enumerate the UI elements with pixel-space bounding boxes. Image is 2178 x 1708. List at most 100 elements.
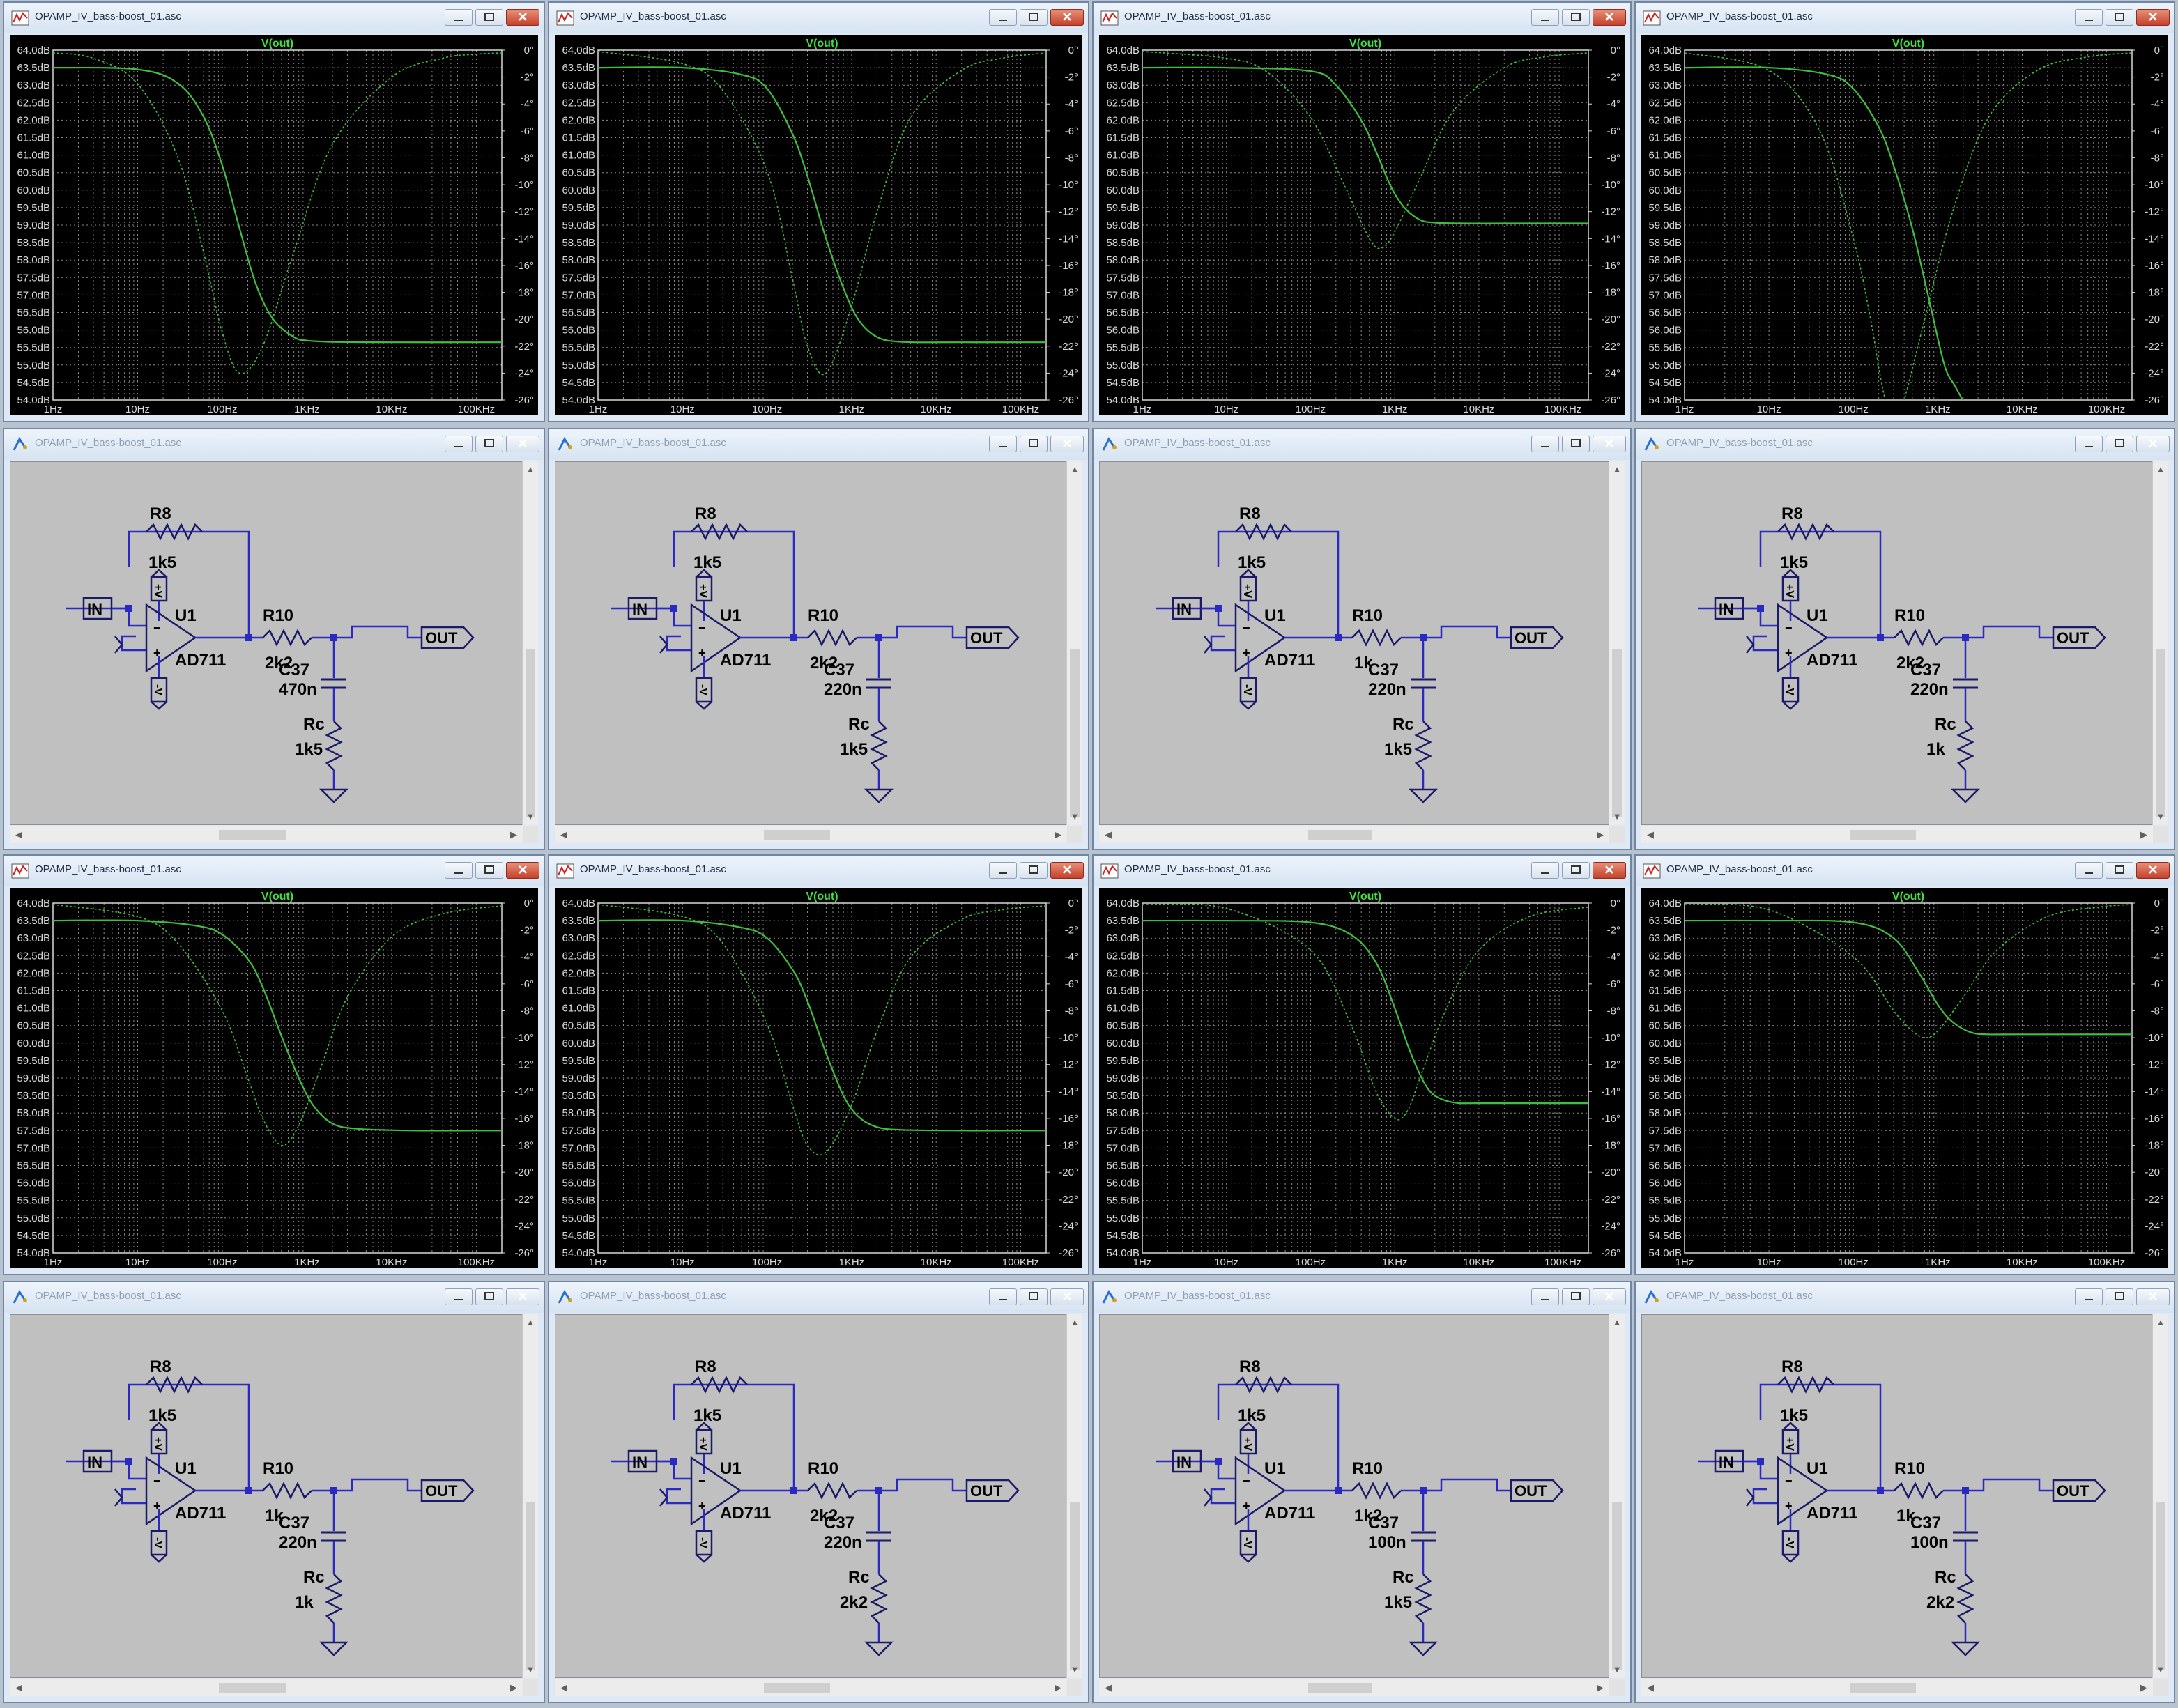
plot-area[interactable]: 64.0dB 63.5dB 63.0dB 62.5dB 62.0dB 61.5dB 61.0… [1641,35,2168,415]
resistor-rc[interactable] [1414,721,1432,771]
scroll-up-icon[interactable]: ▲ [1067,1316,1082,1330]
window-titlebar[interactable]: OPAMP_IV_bass-boost_01.asc [1636,429,2174,460]
maximize-button[interactable] [475,9,503,26]
waveform-window[interactable]: OPAMP_IV_bass-boost_01.asc 64.0dB 63.5dB 63… [1634,1,2175,422]
scroll-left-icon[interactable]: ◀ [1100,1679,1116,1696]
vertical-scrollbar[interactable]: ▲ ▼ [1609,461,1625,825]
maximize-button[interactable] [1562,436,1590,452]
scroll-thumb[interactable] [1612,649,1622,817]
resistor-rc[interactable] [1956,1574,1974,1624]
horizontal-scrollbar[interactable]: ◀ ▶ [1641,1679,2153,1696]
schematic-canvas[interactable]: R8 1k5 +V IN − + U1 AD711 -V R10 2k2 OUT C37 470n Rc 1k… [10,461,523,825]
waveform-window[interactable]: OPAMP_IV_bass-boost_01.asc 64.0dB 63.5dB 63… [1092,1,1632,422]
minimize-button[interactable] [445,9,473,26]
plot-area[interactable]: 64.0dB 63.5dB 63.0dB 62.5dB 62.0dB 61.5dB 61.0… [555,888,1082,1268]
scroll-right-icon[interactable]: ▶ [1050,1679,1066,1696]
plot-area[interactable]: 64.0dB 63.5dB 63.0dB 62.5dB 62.0dB 61.5dB 61.0… [10,888,538,1268]
schematic-canvas[interactable]: R8 1k5 +V IN − + U1 AD711 -V R10 2k2 OUT C37 220n Rc 1k… [555,461,1067,825]
resistor-rc[interactable] [870,1574,888,1624]
schematic-window[interactable]: OPAMP_IV_bass-boost_01.asc R8 1k5 +V IN − + U1 A… [548,1281,1089,1703]
schematic-window[interactable]: OPAMP_IV_bass-boost_01.asc R8 1k5 +V IN − + U1 A… [3,428,545,850]
scroll-thumb[interactable] [1070,649,1080,817]
scroll-thumb[interactable] [526,649,535,817]
window-titlebar[interactable]: OPAMP_IV_bass-boost_01.asc [4,1282,544,1313]
schematic-window[interactable]: OPAMP_IV_bass-boost_01.asc R8 1k5 +V IN − + U1 A… [1092,428,1632,850]
waveform-window[interactable]: OPAMP_IV_bass-boost_01.asc 64.0dB 63.5dB 63… [3,1,545,422]
scroll-thumb[interactable] [1308,830,1372,840]
horizontal-scrollbar[interactable]: ◀ ▶ [1641,826,2153,843]
scroll-left-icon[interactable]: ◀ [11,1679,26,1696]
scroll-up-icon[interactable]: ▲ [1609,463,1625,477]
window-titlebar[interactable]: OPAMP_IV_bass-boost_01.asc [1094,856,1630,886]
window-titlebar[interactable]: OPAMP_IV_bass-boost_01.asc [4,856,544,886]
scroll-right-icon[interactable]: ▶ [1050,826,1066,843]
scroll-right-icon[interactable]: ▶ [2136,1679,2152,1696]
maximize-button[interactable] [2106,9,2133,26]
horizontal-scrollbar[interactable]: ◀ ▶ [10,1679,523,1696]
scroll-down-icon[interactable]: ▼ [1609,810,1625,824]
minimize-button[interactable] [445,1288,473,1305]
close-button[interactable] [506,9,539,26]
scroll-thumb[interactable] [764,830,830,840]
close-button[interactable] [1050,436,1084,452]
resistor-r10[interactable] [1351,629,1402,647]
scroll-right-icon[interactable]: ▶ [2136,826,2152,843]
horizontal-scrollbar[interactable]: ◀ ▶ [1099,826,1609,843]
trace-title[interactable]: V(out) [806,891,838,902]
resistor-r10[interactable] [1351,1482,1402,1500]
scroll-left-icon[interactable]: ◀ [1643,826,1658,843]
scroll-left-icon[interactable]: ◀ [1643,1679,1658,1696]
waveform-window[interactable]: OPAMP_IV_bass-boost_01.asc 64.0dB 63.5dB 63… [1634,854,2175,1275]
window-titlebar[interactable]: OPAMP_IV_bass-boost_01.asc [549,429,1088,460]
scroll-down-icon[interactable]: ▼ [523,1663,538,1677]
plot-area[interactable]: 64.0dB 63.5dB 63.0dB 62.5dB 62.0dB 61.5dB 61.0… [1641,888,2168,1268]
scroll-left-icon[interactable]: ◀ [1100,826,1116,843]
schematic-canvas[interactable]: R8 1k5 +V IN − + U1 AD711 -V R10 1k OUT C37 100n Rc 2k2 [1641,1314,2153,1678]
scroll-up-icon[interactable]: ▲ [2153,463,2168,477]
schematic-window[interactable]: OPAMP_IV_bass-boost_01.asc R8 1k5 +V IN − + U1 A… [1634,428,2175,850]
close-button[interactable] [2136,436,2170,452]
scroll-up-icon[interactable]: ▲ [2153,1316,2168,1330]
scroll-down-icon[interactable]: ▼ [2153,810,2168,824]
scroll-left-icon[interactable]: ◀ [556,826,572,843]
vertical-scrollbar[interactable]: ▲ ▼ [2152,461,2168,825]
minimize-button[interactable] [989,9,1017,26]
minimize-button[interactable] [1531,9,1559,26]
horizontal-scrollbar[interactable]: ◀ ▶ [555,826,1067,843]
schematic-canvas[interactable]: R8 1k5 +V IN − + U1 AD711 -V R10 1k OUT C37 220n Rc 1k [10,1314,523,1678]
minimize-button[interactable] [2075,436,2103,452]
minimize-button[interactable] [445,862,473,879]
maximize-button[interactable] [1020,1288,1048,1305]
maximize-button[interactable] [2106,1288,2133,1305]
scroll-up-icon[interactable]: ▲ [1067,463,1082,477]
minimize-button[interactable] [989,436,1017,452]
horizontal-scrollbar[interactable]: ◀ ▶ [555,1679,1067,1696]
close-button[interactable] [1593,436,1626,452]
scroll-down-icon[interactable]: ▼ [1609,1663,1625,1677]
window-titlebar[interactable]: OPAMP_IV_bass-boost_01.asc [549,856,1088,886]
maximize-button[interactable] [1020,436,1048,452]
resistor-r10[interactable] [262,1482,312,1500]
schematic-canvas[interactable]: R8 1k5 +V IN − + U1 AD711 -V R10 1k OUT C37 220n Rc 1k5 [1099,461,1609,825]
close-button[interactable] [1593,9,1626,26]
scroll-right-icon[interactable]: ▶ [506,1679,521,1696]
window-titlebar[interactable]: OPAMP_IV_bass-boost_01.asc [4,429,544,460]
close-button[interactable] [2136,1288,2170,1305]
scroll-thumb[interactable] [1850,1683,1916,1693]
scroll-right-icon[interactable]: ▶ [1593,826,1608,843]
close-button[interactable] [1593,1288,1626,1305]
schematic-window[interactable]: OPAMP_IV_bass-boost_01.asc R8 1k5 +V IN − + U1 A… [548,428,1089,850]
maximize-button[interactable] [475,1288,503,1305]
minimize-button[interactable] [2075,1288,2103,1305]
scroll-down-icon[interactable]: ▼ [1067,1663,1082,1677]
scroll-right-icon[interactable]: ▶ [506,826,521,843]
window-titlebar[interactable]: OPAMP_IV_bass-boost_01.asc [1636,1282,2174,1313]
window-titlebar[interactable]: OPAMP_IV_bass-boost_01.asc [549,3,1088,33]
schematic-canvas[interactable]: R8 1k5 +V IN − + U1 AD711 -V R10 1k2 OUT C37 100n Rc 1k… [1099,1314,1609,1678]
scroll-left-icon[interactable]: ◀ [556,1679,572,1696]
resistor-rc[interactable] [1414,1574,1432,1624]
trace-title[interactable]: V(out) [806,38,838,49]
scroll-thumb[interactable] [1308,1683,1372,1693]
window-titlebar[interactable]: OPAMP_IV_bass-boost_01.asc [1094,429,1630,460]
trace-title[interactable]: V(out) [261,891,293,902]
